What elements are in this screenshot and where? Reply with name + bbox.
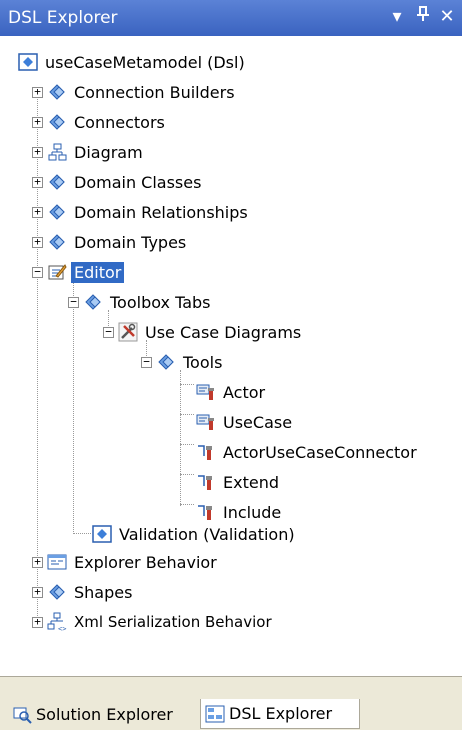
tree-item-diagram[interactable]: + Diagram: [32, 138, 146, 166]
tree-item-label: Shapes: [74, 582, 133, 602]
expand-toggle[interactable]: +: [32, 146, 43, 158]
expand-toggle[interactable]: +: [32, 556, 43, 568]
tree-item-label: Validation (Validation): [119, 524, 295, 544]
tree-view[interactable]: useCaseMetamodel (Dsl) + Connection Buil…: [0, 36, 462, 676]
tree-item-extend[interactable]: Extend: [196, 468, 282, 496]
tree-item-label: ActorUseCaseConnector: [223, 442, 417, 462]
connector-tool-icon: [196, 502, 216, 522]
tree-item-xml-serialization[interactable]: + <> Xml Serialization Behavior: [32, 608, 275, 636]
tree-item-label: useCaseMetamodel (Dsl): [45, 52, 245, 72]
title-bar: DSL Explorer ▾ ✕: [0, 0, 462, 36]
tree-item-connection-builders[interactable]: + Connection Builders: [32, 78, 238, 106]
tree-item-root[interactable]: useCaseMetamodel (Dsl): [18, 48, 248, 76]
tree-item-label: Connection Builders: [74, 82, 235, 102]
tree-item-label: Domain Relationships: [74, 202, 248, 222]
element-tool-icon: [196, 382, 216, 402]
tree-item-label: Explorer Behavior: [74, 552, 217, 572]
tree-item-label: Extend: [223, 472, 279, 492]
collapse-toggle[interactable]: −: [141, 356, 152, 368]
expand-toggle[interactable]: +: [32, 616, 43, 628]
expand-toggle[interactable]: +: [32, 206, 43, 218]
tree-item-shapes[interactable]: + Shapes: [32, 578, 135, 606]
dsl-model-icon: [18, 52, 38, 72]
tree-item-label: Diagram: [74, 142, 143, 162]
tree-item-toolbox-tabs[interactable]: − Toolbox Tabs: [68, 288, 214, 316]
folder-diamond-icon: [47, 582, 67, 602]
tree-item-actor-usecase-connector[interactable]: ActorUseCaseConnector: [196, 438, 420, 466]
pin-icon[interactable]: [412, 6, 434, 28]
connector-tool-icon: [196, 472, 216, 492]
folder-diamond-icon: [47, 202, 67, 222]
svg-text:<>: <>: [58, 625, 66, 632]
folder-diamond-icon: [83, 292, 103, 312]
tree-item-actor[interactable]: Actor: [196, 378, 268, 406]
tools-icon: [118, 322, 138, 342]
dsl-explorer-window: DSL Explorer ▾ ✕ useCaseMetamodel (Dsl) …: [0, 0, 462, 730]
tree-item-label: Xml Serialization Behavior: [74, 613, 272, 631]
expand-toggle[interactable]: +: [32, 116, 43, 128]
expand-toggle[interactable]: +: [32, 586, 43, 598]
tab-solution-explorer[interactable]: Solution Explorer: [12, 699, 200, 729]
solution-explorer-icon: [12, 704, 32, 724]
tree-item-tools[interactable]: − Tools: [141, 348, 225, 376]
validation-icon: [92, 524, 112, 544]
tree-item-domain-classes[interactable]: + Domain Classes: [32, 168, 204, 196]
folder-diamond-icon: [47, 232, 67, 252]
tree-item-label: Domain Types: [74, 232, 187, 252]
dropdown-icon[interactable]: ▾: [386, 6, 408, 28]
folder-diamond-icon: [156, 352, 176, 372]
tree-item-label: Actor: [223, 382, 266, 402]
diagram-icon: [47, 142, 67, 162]
expand-toggle[interactable]: +: [32, 176, 43, 188]
folder-diamond-icon: [47, 82, 67, 102]
element-tool-icon: [196, 412, 216, 432]
tree-item-use-case-diagrams[interactable]: − Use Case Diagrams: [103, 318, 304, 346]
window-title: DSL Explorer: [8, 8, 118, 28]
editor-icon: [47, 262, 67, 282]
tree-item-label: Toolbox Tabs: [110, 292, 211, 312]
explorer-behavior-icon: [47, 552, 67, 572]
collapse-toggle[interactable]: −: [103, 326, 114, 338]
collapse-toggle[interactable]: −: [32, 266, 43, 278]
dsl-explorer-icon: [205, 704, 225, 724]
tree-item-usecase[interactable]: UseCase: [196, 408, 295, 436]
tab-label: Solution Explorer: [36, 704, 173, 724]
folder-diamond-icon: [47, 172, 67, 192]
expand-toggle[interactable]: +: [32, 86, 43, 98]
tree-item-validation[interactable]: Validation (Validation): [92, 520, 298, 548]
tool-window-tab-bar: Solution Explorer DSL Explorer: [0, 676, 462, 730]
connector-tool-icon: [196, 442, 216, 462]
tree-item-label: Editor: [71, 261, 125, 283]
folder-diamond-icon: [47, 112, 67, 132]
tree-item-label: Use Case Diagrams: [145, 322, 302, 342]
tree-item-domain-relationships[interactable]: + Domain Relationships: [32, 198, 251, 226]
tab-dsl-explorer[interactable]: DSL Explorer: [200, 699, 360, 729]
tree-item-editor[interactable]: − Editor: [32, 258, 125, 286]
tree-item-label: Tools: [183, 352, 223, 372]
tree-item-label: UseCase: [223, 412, 293, 432]
close-icon[interactable]: ✕: [436, 6, 458, 28]
tree-item-domain-types[interactable]: + Domain Types: [32, 228, 189, 256]
tree-item-connectors[interactable]: + Connectors: [32, 108, 168, 136]
tree-item-label: Connectors: [74, 112, 165, 132]
expand-toggle[interactable]: +: [32, 236, 43, 248]
tab-label: DSL Explorer: [229, 704, 333, 723]
tree-item-label: Domain Classes: [74, 172, 202, 192]
tree-item-explorer-behavior[interactable]: + Explorer Behavior: [32, 548, 220, 576]
collapse-toggle[interactable]: −: [68, 296, 79, 308]
xml-serialization-icon: <>: [47, 612, 67, 633]
